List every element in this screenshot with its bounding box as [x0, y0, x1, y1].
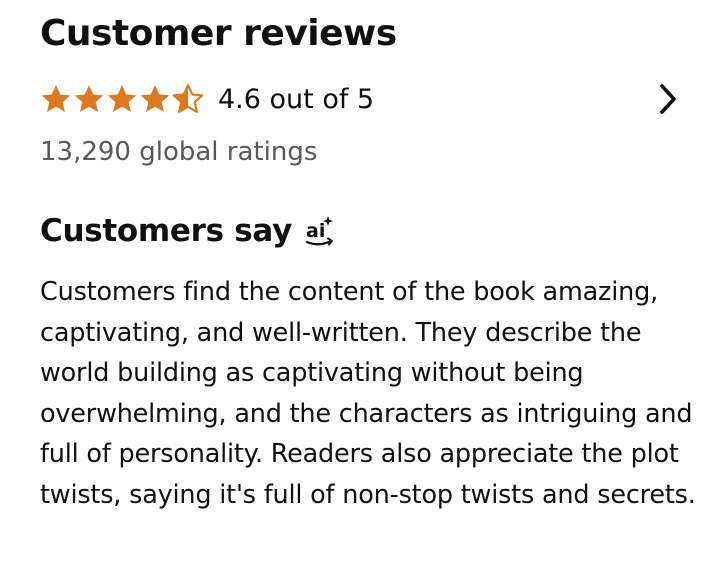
rating-summary-link[interactable]: 4.6 out of 5: [40, 76, 680, 122]
customer-reviews-heading: Customer reviews: [40, 13, 397, 54]
chevron-right-icon[interactable]: [656, 82, 680, 116]
star-icon: [41, 85, 71, 112]
star-icon: [107, 85, 137, 112]
star-icon: [74, 85, 104, 112]
ai-sparkle-icon: ai: [305, 216, 333, 246]
customers-say-heading: Customers say: [40, 213, 292, 249]
star-rating: [40, 83, 204, 115]
customers-say-header: Customers say ai: [40, 206, 338, 256]
rating-text: 4.6 out of 5: [218, 83, 375, 115]
star-icon: [140, 85, 170, 112]
customers-say-summary: Customers find the content of the book a…: [40, 277, 696, 510]
svg-text:ai: ai: [306, 220, 325, 242]
global-ratings-count: 13,290 global ratings: [40, 137, 318, 167]
half-star-icon: [172, 84, 204, 113]
